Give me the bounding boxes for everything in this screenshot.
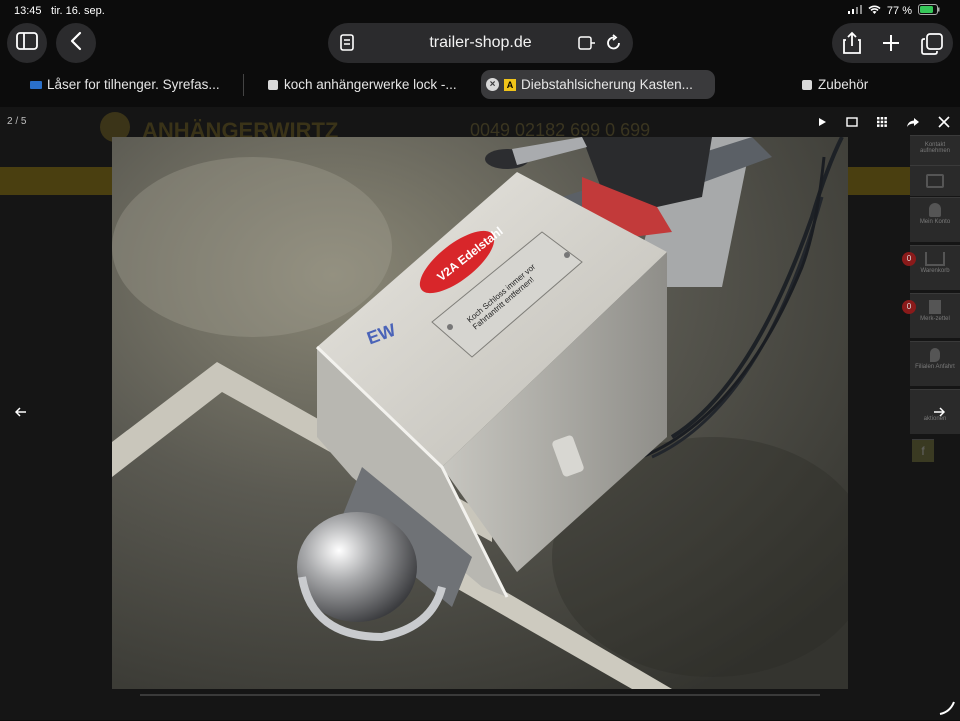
plus-icon[interactable] [882, 34, 900, 57]
tab-divider [243, 74, 244, 96]
reload-icon[interactable] [606, 34, 622, 57]
arrow-right-icon [933, 404, 946, 422]
thumbnail-strip[interactable] [140, 694, 820, 696]
favicon-icon [268, 79, 278, 90]
sidebar-item-wishlist[interactable]: 0 Merk-zettel [902, 293, 960, 338]
scroll-corner-icon [938, 700, 956, 721]
grid-icon[interactable] [872, 112, 892, 132]
wifi-icon [868, 5, 881, 18]
status-bar: 13:45 tir. 16. sep. 77 % [0, 0, 960, 22]
close-icon[interactable] [934, 112, 954, 132]
tab-close-icon[interactable]: × [486, 78, 499, 91]
person-icon [929, 203, 941, 217]
sidebar-item-cart[interactable]: 0 Warenkorb [902, 245, 960, 290]
address-bar[interactable]: trailer-shop.de [328, 23, 633, 63]
sidebar-toggle-button[interactable] [7, 23, 47, 63]
sidebar-label: Merk-zettel [920, 316, 950, 322]
arrow-left-icon [14, 404, 27, 422]
signal-icon [847, 5, 862, 17]
sidebar-icon [16, 31, 38, 55]
sidebar-item-stores[interactable]: Filialen Anfahrt [910, 341, 960, 386]
tab-label: Låser for tilhenger. Syrefas... [47, 77, 220, 92]
favicon-icon: A [504, 78, 516, 91]
favicon-icon [802, 79, 812, 90]
battery-icon [918, 4, 940, 18]
sidebar-label: Filialen Anfahrt [915, 364, 955, 370]
wishlist-badge: 0 [902, 300, 916, 314]
battery-percent: 77 % [886, 5, 912, 17]
print-icon [926, 174, 944, 188]
next-image-button[interactable] [924, 398, 954, 428]
image-counter: 2 / 5 [7, 116, 27, 127]
toolbar-actions [832, 23, 953, 63]
sidebar-label: Mein Konto [919, 219, 951, 225]
product-photo: V2A Edelstahl Koch Schloss immer vor Fah… [112, 137, 848, 689]
prev-image-button[interactable] [6, 398, 36, 428]
back-button[interactable] [56, 23, 96, 63]
sidebar-item-print[interactable] [910, 165, 960, 196]
flag-icon [30, 80, 42, 89]
tab-laser[interactable]: Låser for tilhenger. Syrefas... [30, 70, 240, 99]
note-icon [929, 300, 941, 314]
back-icon [70, 31, 82, 56]
play-icon[interactable] [812, 112, 832, 132]
cart-badge: 0 [902, 252, 916, 266]
status-date: tir. 16. sep. [51, 5, 105, 17]
tab-label: koch anhängerwerke lock -... [284, 77, 457, 92]
tab-zubehoer[interactable]: Zubehör [802, 70, 922, 99]
fullscreen-icon[interactable] [842, 112, 862, 132]
share-arrow-icon[interactable] [903, 112, 923, 132]
tab-label: Zubehör [818, 77, 869, 92]
status-right: 77 % [847, 4, 940, 18]
share-icon[interactable] [842, 31, 862, 60]
sidebar-item-contact[interactable]: Kontakt aufnehmen [910, 135, 960, 168]
sidebar-item-account[interactable]: Mein Konto [910, 197, 960, 242]
tab-label: Diebstahlsicherung Kasten... [521, 77, 693, 92]
location-pin-icon [930, 348, 940, 362]
cart-icon [925, 252, 945, 266]
tab-koch[interactable]: koch anhängerwerke lock -... [268, 70, 468, 99]
status-time: 13:45 [14, 5, 42, 17]
sidebar-label: Warenkorb [920, 268, 950, 274]
facebook-icon[interactable]: f [912, 439, 934, 462]
sidebar-label: Kontakt aufnehmen [919, 142, 951, 154]
translate-icon[interactable] [578, 35, 596, 56]
tab-diebstahlsicherung[interactable]: × A Diebstahlsicherung Kasten... [481, 70, 715, 99]
tabs-icon[interactable] [921, 33, 943, 60]
facebook-label: f [921, 444, 925, 458]
